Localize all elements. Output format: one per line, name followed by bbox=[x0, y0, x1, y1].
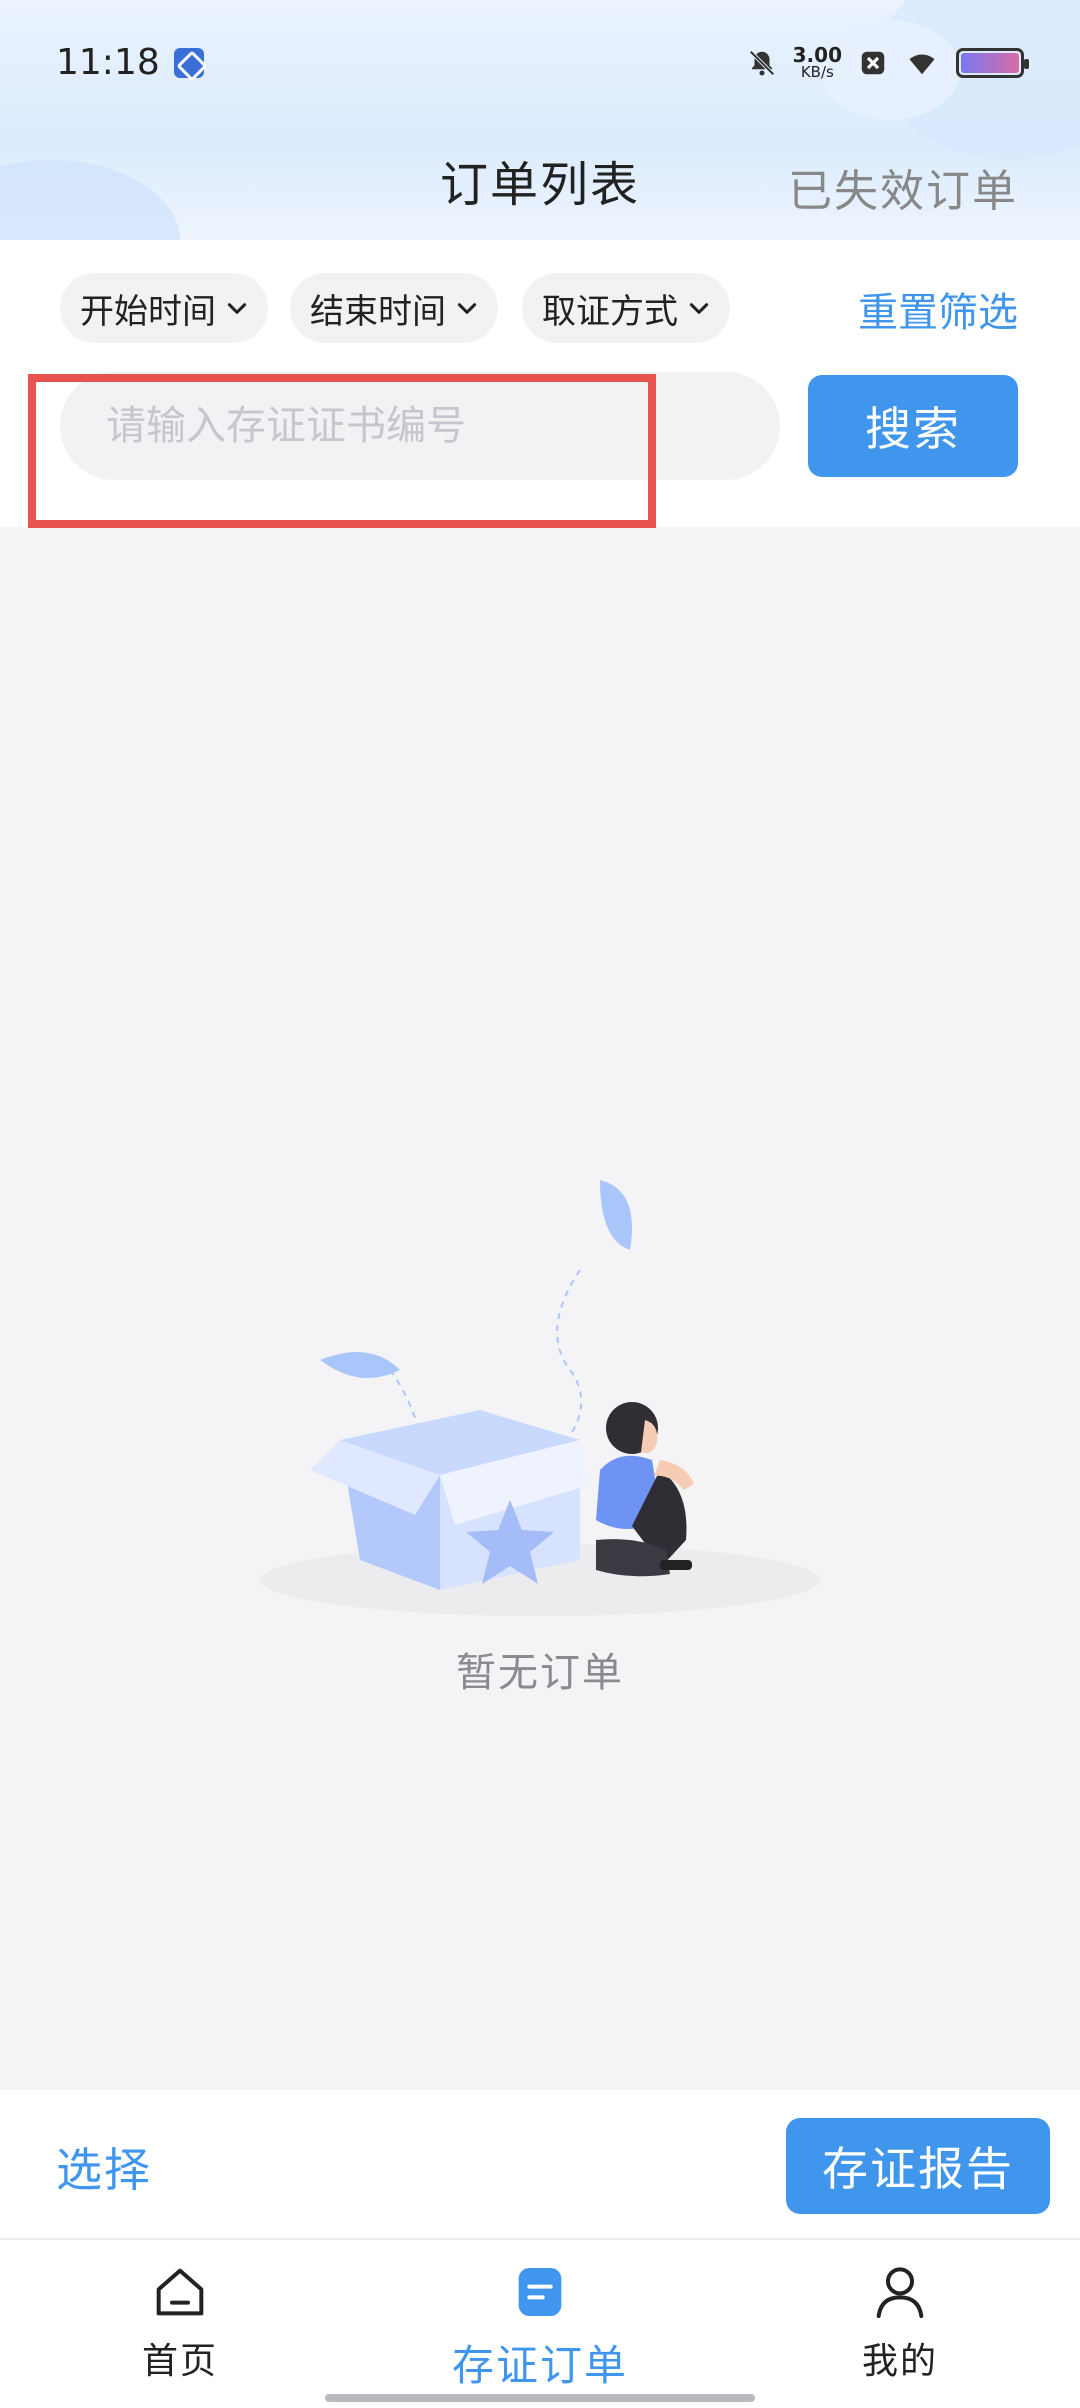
empty-box-person-illustration bbox=[260, 1180, 820, 1616]
reset-filters-link[interactable]: 重置筛选 bbox=[858, 280, 1018, 338]
bell-muted-icon bbox=[749, 49, 775, 76]
wifi-icon bbox=[909, 53, 935, 74]
invalid-orders-link[interactable]: 已失效订单 bbox=[788, 155, 1018, 219]
bottom-action-bar: 选择 存证报告 bbox=[0, 2090, 1080, 2240]
network-speed: 3.00 KB/s bbox=[792, 43, 842, 81]
chevron-down-icon bbox=[227, 303, 247, 314]
tab-profile[interactable]: 我的 bbox=[800, 2260, 1000, 2384]
evidence-method-label: 取证方式 bbox=[542, 291, 678, 332]
close-box-icon bbox=[861, 51, 885, 74]
tab-bar: 首页 存证订单 我的 bbox=[0, 2240, 1080, 2408]
start-time-label: 开始时间 bbox=[80, 291, 216, 332]
home-indicator[interactable] bbox=[325, 2394, 755, 2402]
certificate-number-input[interactable] bbox=[106, 403, 780, 449]
battery-icon bbox=[956, 47, 1029, 78]
search-field[interactable] bbox=[60, 372, 780, 480]
filter-panel: 开始时间 结束时间 取证方式 重置筛选 搜索 bbox=[0, 240, 1080, 527]
evidence-method-filter[interactable]: 取证方式 bbox=[522, 273, 730, 343]
tab-home-label: 首页 bbox=[141, 2341, 218, 2382]
end-time-label: 结束时间 bbox=[310, 291, 446, 332]
evidence-report-button[interactable]: 存证报告 bbox=[786, 2118, 1050, 2214]
chevron-down-icon bbox=[457, 303, 477, 314]
tab-evidence-orders-label: 存证订单 bbox=[451, 2341, 628, 2390]
home-icon bbox=[156, 2268, 204, 2316]
end-time-filter[interactable]: 结束时间 bbox=[290, 273, 498, 343]
start-time-filter[interactable]: 开始时间 bbox=[60, 273, 268, 343]
empty-state-text: 暂无订单 bbox=[456, 1650, 624, 1696]
document-icon bbox=[518, 2268, 562, 2316]
order-list-screen: 11:18 3.00 KB/s 订单列表 已失效订单 开始时间 结束时间 取证方… bbox=[0, 0, 1080, 2408]
status-time: 11:18 bbox=[56, 42, 160, 83]
select-button[interactable]: 选择 bbox=[56, 2134, 152, 2200]
tab-home[interactable]: 首页 bbox=[80, 2260, 280, 2384]
search-button[interactable]: 搜索 bbox=[808, 375, 1018, 477]
chevron-down-icon bbox=[689, 303, 709, 314]
status-bar: 11:18 3.00 KB/s bbox=[0, 0, 1080, 125]
app-badge-icon bbox=[173, 47, 204, 78]
tab-evidence-orders[interactable]: 存证订单 bbox=[440, 2260, 640, 2393]
tab-profile-label: 我的 bbox=[861, 2341, 938, 2382]
user-icon bbox=[876, 2267, 924, 2318]
